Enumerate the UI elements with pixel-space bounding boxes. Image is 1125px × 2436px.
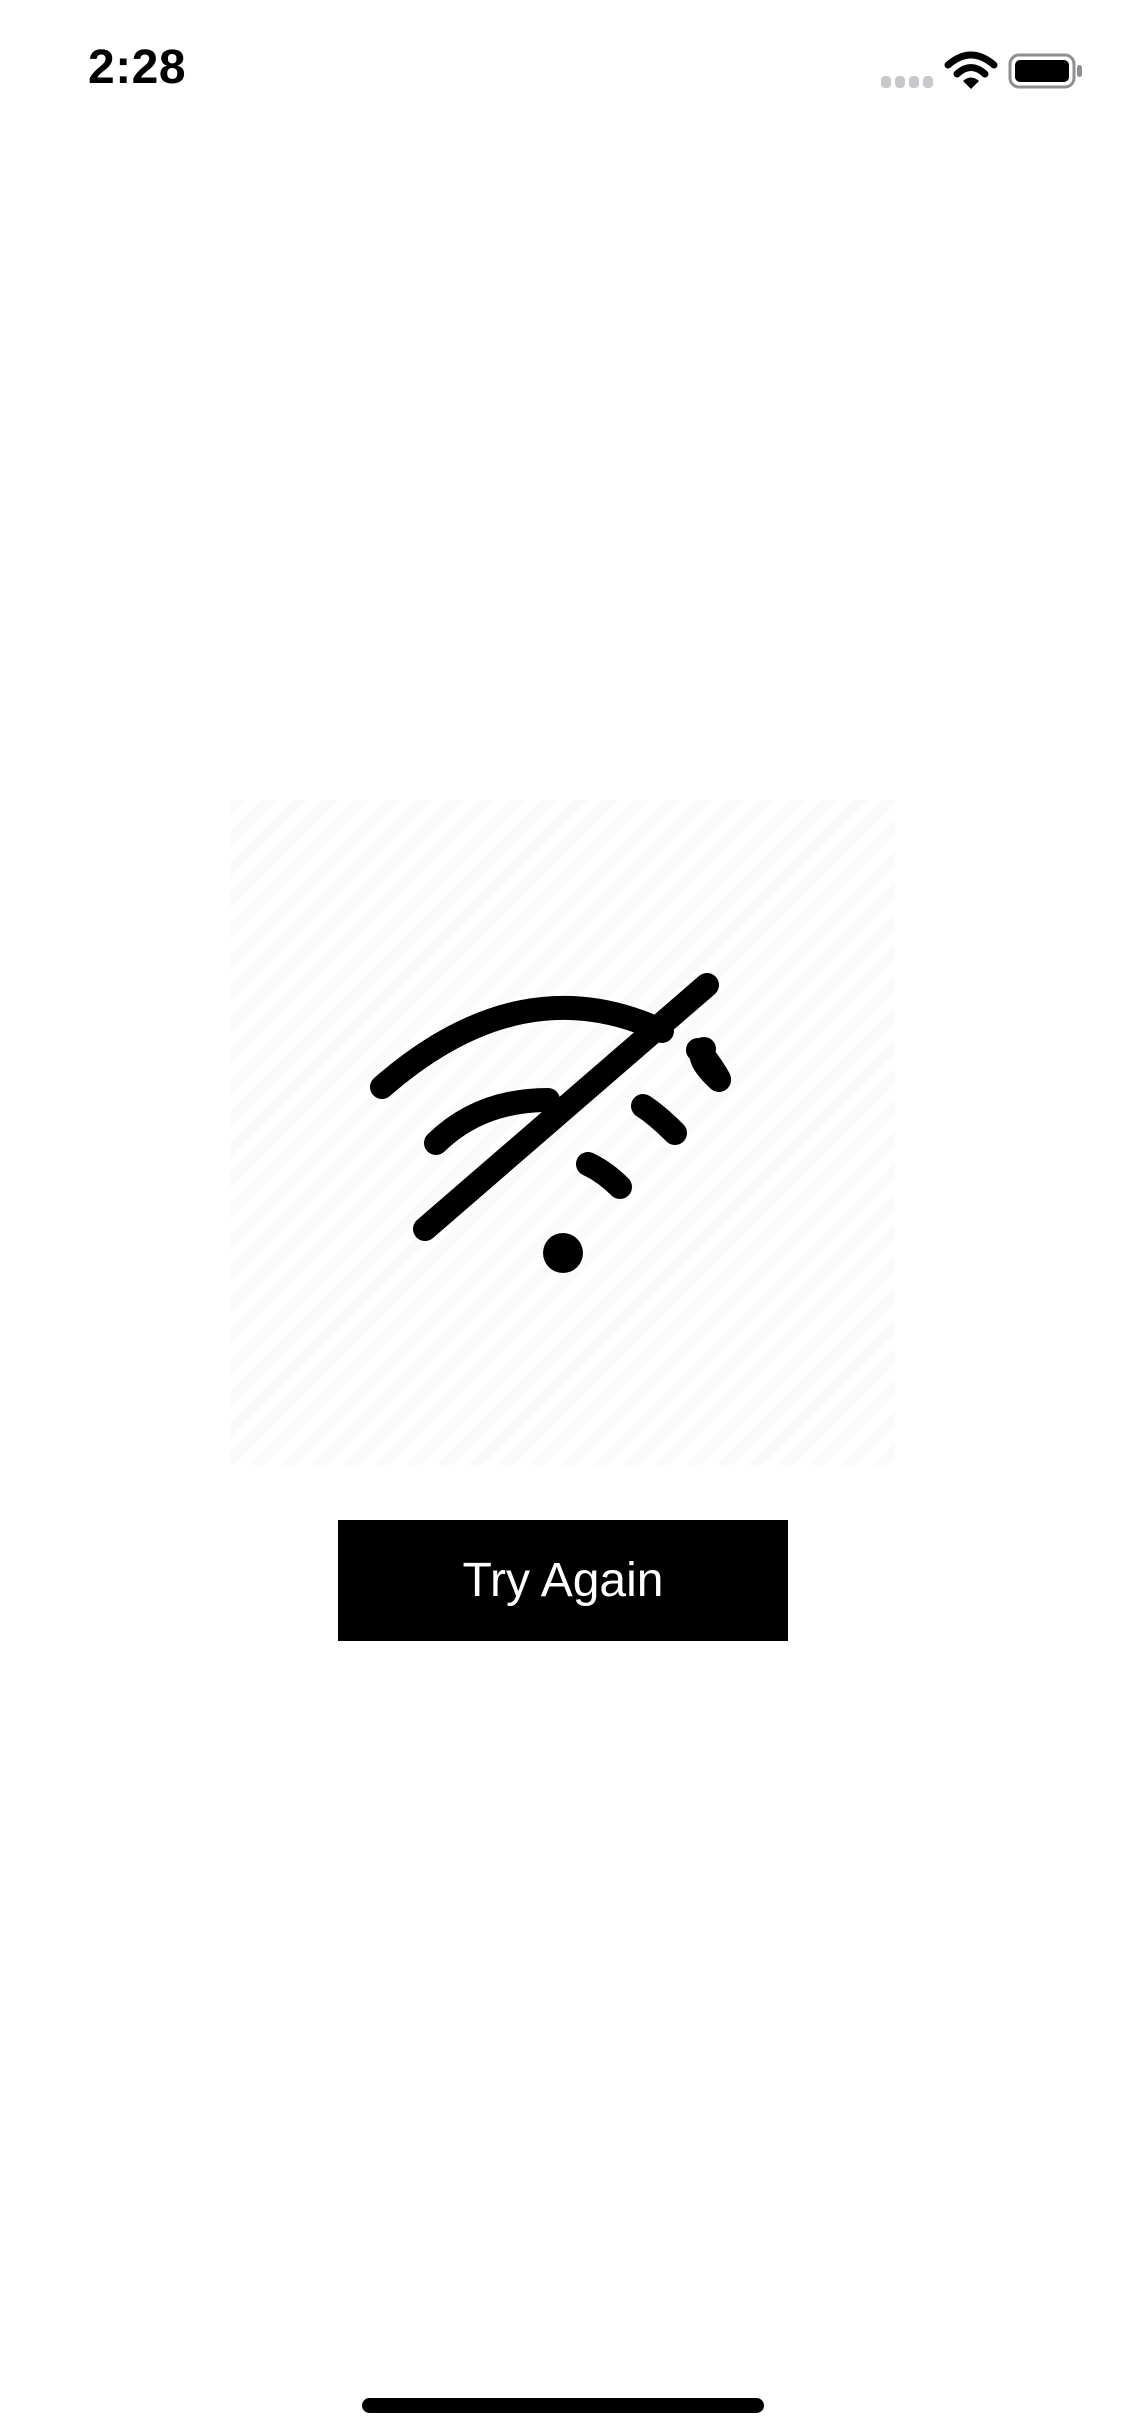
illustration-background: [230, 800, 895, 1465]
battery-icon: [1008, 53, 1082, 89]
try-again-button[interactable]: Try Again: [338, 1520, 788, 1641]
status-time: 2:28: [88, 41, 187, 94]
status-bar: 2:28: [0, 0, 1125, 140]
no-connection-illustration: [230, 800, 895, 1465]
cellular-signal-icon: [881, 76, 933, 88]
wifi-icon: [944, 51, 998, 89]
home-indicator[interactable]: [362, 2398, 764, 2413]
